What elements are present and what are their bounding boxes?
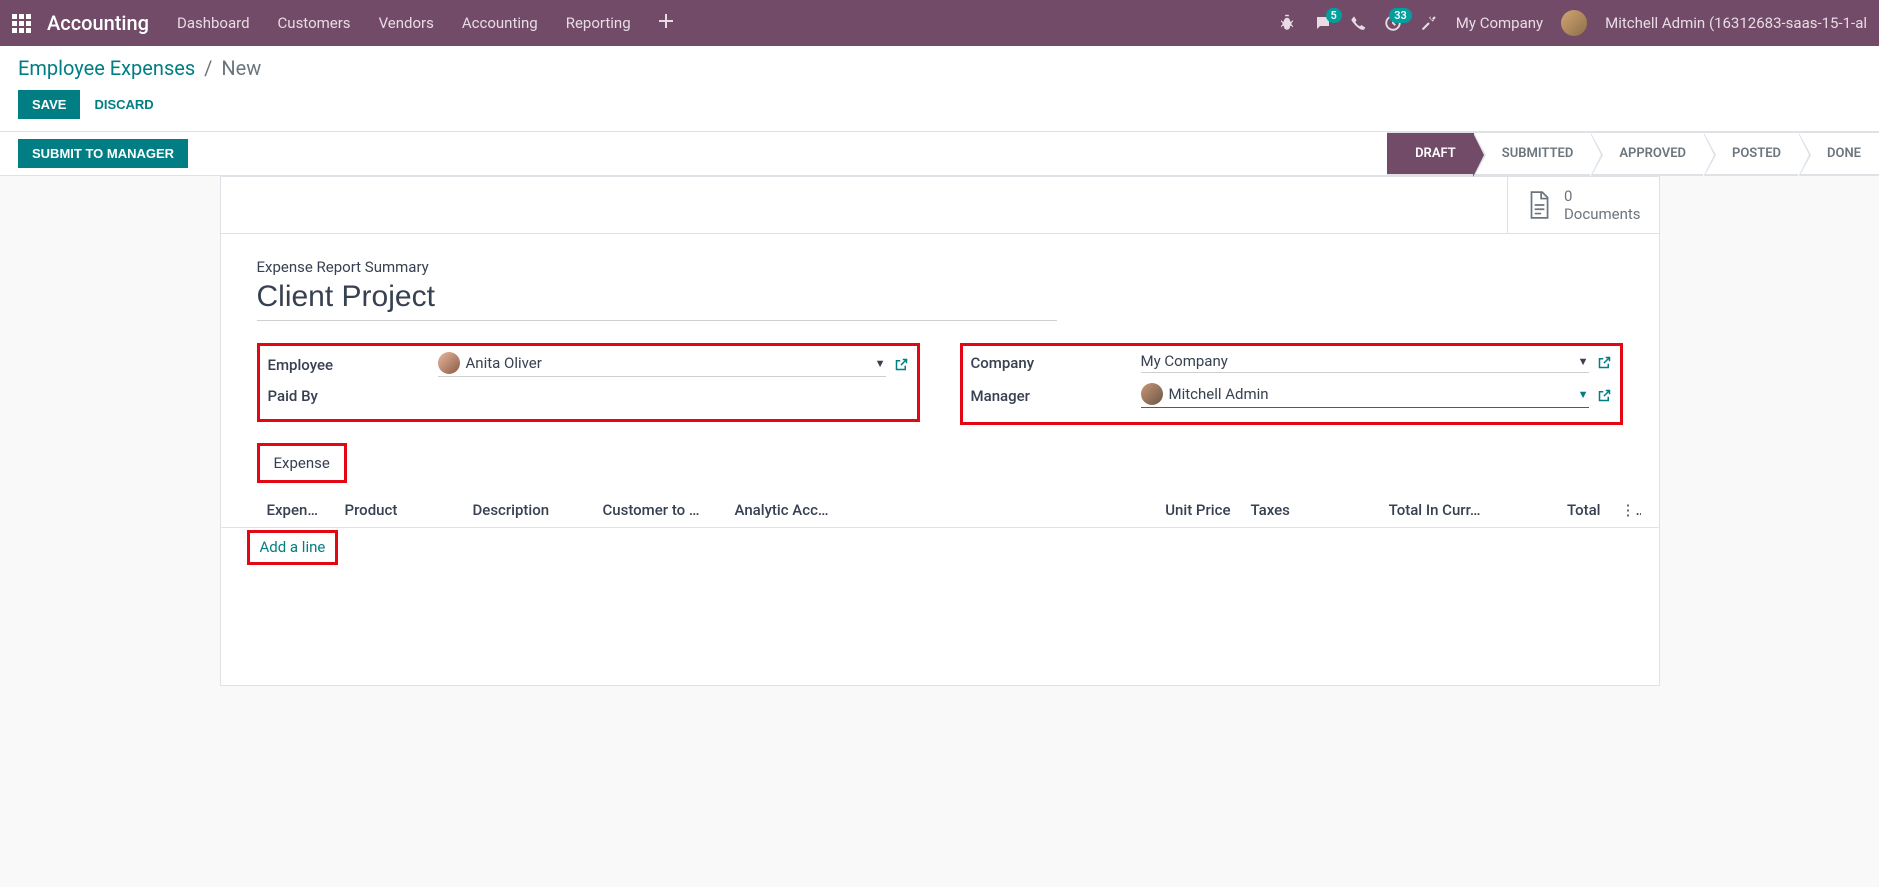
- col-analytic[interactable]: Analytic Acc…: [725, 501, 855, 519]
- manager-field[interactable]: Mitchell Admin ▼: [1141, 383, 1589, 408]
- col-total[interactable]: Total: [1491, 501, 1611, 519]
- nav-plus-icon[interactable]: [659, 14, 673, 32]
- external-link-icon[interactable]: [1597, 355, 1612, 370]
- status-submitted[interactable]: SUBMITTED: [1474, 132, 1592, 175]
- control-panel: Employee Expenses / New SAVE DISCARD: [0, 46, 1879, 132]
- col-total-currency[interactable]: Total In Curr…: [1361, 501, 1491, 519]
- caret-down-icon[interactable]: ▼: [1578, 355, 1589, 368]
- employee-highlight-box: Employee Anita Oliver ▼ Paid By: [257, 343, 920, 422]
- add-line-highlight-box: Add a line: [247, 530, 339, 565]
- expense-lines-table: Expen… Product Description Customer to ……: [221, 493, 1659, 685]
- breadcrumb-parent[interactable]: Employee Expenses: [18, 56, 195, 80]
- nav-menu: Dashboard Customers Vendors Accounting R…: [177, 14, 673, 32]
- summary-label: Expense Report Summary: [257, 258, 1623, 276]
- breadcrumb-sep: /: [204, 56, 212, 80]
- employee-label: Employee: [268, 356, 438, 374]
- document-icon: [1526, 190, 1552, 220]
- documents-count: 0: [1564, 187, 1641, 205]
- top-nav: Accounting Dashboard Customers Vendors A…: [0, 0, 1879, 46]
- user-avatar[interactable]: [1561, 10, 1587, 36]
- manager-value: Mitchell Admin: [1169, 385, 1269, 403]
- save-button[interactable]: SAVE: [18, 90, 80, 119]
- nav-customers[interactable]: Customers: [278, 14, 351, 32]
- company-value: My Company: [1141, 352, 1228, 370]
- phone-icon[interactable]: [1350, 15, 1366, 31]
- col-taxes[interactable]: Taxes: [1241, 501, 1361, 519]
- company-field[interactable]: My Company ▼: [1141, 352, 1589, 373]
- caret-down-icon[interactable]: ▼: [875, 357, 886, 370]
- breadcrumb-current: New: [221, 56, 261, 80]
- col-expense-date[interactable]: Expen…: [257, 501, 335, 519]
- manager-label: Manager: [971, 387, 1141, 405]
- activity-badge: 33: [1389, 8, 1412, 23]
- employee-value: Anita Oliver: [466, 354, 542, 372]
- documents-label: Documents: [1564, 205, 1641, 223]
- messages-icon[interactable]: 5: [1314, 14, 1332, 32]
- company-label: Company: [971, 354, 1141, 372]
- status-approved[interactable]: APPROVED: [1591, 132, 1704, 175]
- kebab-icon[interactable]: ⋮: [1611, 501, 1641, 519]
- bug-icon[interactable]: [1278, 14, 1296, 32]
- tools-icon[interactable]: [1420, 14, 1438, 32]
- app-brand[interactable]: Accounting: [47, 11, 149, 35]
- breadcrumb: Employee Expenses / New: [18, 56, 1861, 80]
- caret-down-icon[interactable]: ▼: [1578, 388, 1589, 401]
- apps-icon[interactable]: [12, 14, 31, 33]
- messages-badge: 5: [1326, 8, 1342, 23]
- add-line-button[interactable]: Add a line: [260, 538, 326, 556]
- tab-expense[interactable]: Expense: [257, 443, 347, 483]
- manager-avatar: [1141, 383, 1163, 405]
- company-manager-highlight-box: Company My Company ▼ Manager: [960, 343, 1623, 425]
- col-product[interactable]: Product: [335, 501, 463, 519]
- submit-to-manager-button[interactable]: SUBMIT TO MANAGER: [18, 139, 188, 168]
- col-unit-price[interactable]: Unit Price: [1131, 501, 1241, 519]
- external-link-icon[interactable]: [1597, 388, 1612, 403]
- user-menu[interactable]: Mitchell Admin (16312683-saas-15-1-al: [1605, 14, 1867, 32]
- status-draft[interactable]: DRAFT: [1387, 132, 1474, 175]
- external-link-icon[interactable]: [894, 357, 909, 372]
- status-steps: DRAFT SUBMITTED APPROVED POSTED DONE: [1387, 132, 1879, 175]
- col-description[interactable]: Description: [463, 501, 593, 519]
- form-sheet: 0 Documents Expense Report Summary Emplo…: [220, 176, 1660, 686]
- activity-icon[interactable]: 33: [1384, 14, 1402, 32]
- documents-button[interactable]: 0 Documents: [1507, 177, 1659, 233]
- col-customer[interactable]: Customer to …: [593, 501, 725, 519]
- employee-field[interactable]: Anita Oliver ▼: [438, 352, 886, 377]
- nav-vendors[interactable]: Vendors: [379, 14, 434, 32]
- nav-accounting[interactable]: Accounting: [462, 14, 538, 32]
- nav-dashboard[interactable]: Dashboard: [177, 14, 250, 32]
- report-title-input[interactable]: [257, 278, 1057, 321]
- employee-avatar: [438, 352, 460, 374]
- nav-right: 5 33 My Company Mitchell Admin (16312683…: [1278, 10, 1867, 36]
- company-selector[interactable]: My Company: [1456, 14, 1543, 32]
- statusbar: SUBMIT TO MANAGER DRAFT SUBMITTED APPROV…: [0, 132, 1879, 176]
- status-posted[interactable]: POSTED: [1704, 132, 1799, 175]
- paidby-label: Paid By: [268, 387, 438, 405]
- nav-reporting[interactable]: Reporting: [566, 14, 631, 32]
- discard-button[interactable]: DISCARD: [94, 97, 153, 112]
